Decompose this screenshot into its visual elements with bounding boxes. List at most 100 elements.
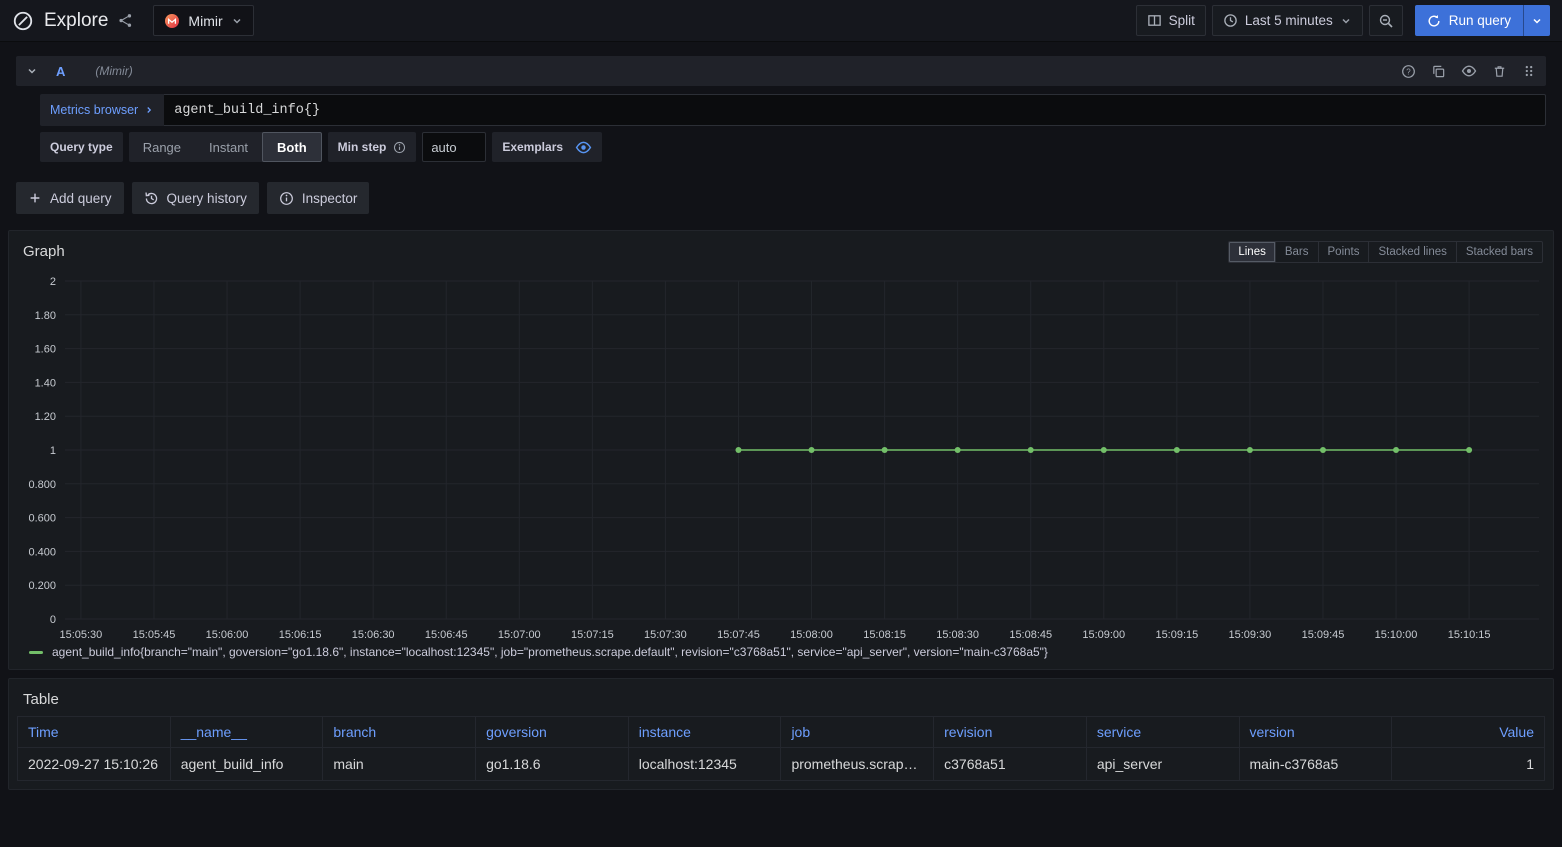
exemplars-group: Exemplars bbox=[492, 132, 602, 162]
add-query-label: Add query bbox=[50, 191, 112, 206]
run-query-split-button: Run query bbox=[1415, 5, 1550, 36]
svg-text:15:10:15: 15:10:15 bbox=[1448, 629, 1491, 641]
col-goversion[interactable]: goversion bbox=[476, 717, 629, 748]
mode-bars[interactable]: Bars bbox=[1275, 242, 1318, 262]
time-range-picker[interactable]: Last 5 minutes bbox=[1212, 5, 1363, 36]
svg-text:0: 0 bbox=[50, 614, 56, 626]
svg-text:15:06:45: 15:06:45 bbox=[425, 629, 468, 641]
cell-time: 2022-09-27 15:10:26 bbox=[18, 748, 171, 781]
split-button[interactable]: Split bbox=[1136, 5, 1206, 36]
page-title: Explore bbox=[44, 10, 108, 32]
svg-text:?: ? bbox=[1406, 67, 1411, 76]
chevron-right-icon bbox=[144, 105, 154, 115]
plus-icon bbox=[28, 191, 42, 205]
chart-canvas[interactable]: 00.2000.4000.6000.80011.201.401.601.8021… bbox=[17, 267, 1545, 645]
graph-panel: Graph Lines Bars Points Stacked lines St… bbox=[8, 230, 1554, 670]
query-editor: A (Mimir) ? Metrics browser bbox=[0, 42, 1562, 214]
add-query-button[interactable]: Add query bbox=[16, 182, 124, 214]
col-time[interactable]: Time bbox=[18, 717, 171, 748]
svg-text:15:08:15: 15:08:15 bbox=[863, 629, 906, 641]
run-query-button[interactable]: Run query bbox=[1415, 5, 1523, 36]
disable-query-eye-icon[interactable] bbox=[1461, 63, 1477, 79]
remove-query-trash-icon[interactable] bbox=[1492, 64, 1507, 79]
col-version[interactable]: version bbox=[1239, 717, 1392, 748]
collapse-query-row-icon[interactable] bbox=[26, 65, 38, 77]
topbar: Explore Mimir Split bbox=[0, 0, 1562, 42]
col-instance[interactable]: instance bbox=[628, 717, 781, 748]
query-row-header: A (Mimir) ? bbox=[16, 56, 1546, 86]
query-type-option-range[interactable]: Range bbox=[129, 132, 195, 162]
min-step-input[interactable] bbox=[422, 132, 486, 162]
svg-text:1.80: 1.80 bbox=[35, 310, 56, 322]
mimir-logo-icon bbox=[164, 13, 180, 29]
query-ref-id[interactable]: A bbox=[56, 64, 65, 79]
svg-text:15:10:00: 15:10:00 bbox=[1375, 629, 1418, 641]
svg-text:15:06:30: 15:06:30 bbox=[352, 629, 395, 641]
svg-text:0.400: 0.400 bbox=[28, 546, 55, 558]
svg-text:15:05:45: 15:05:45 bbox=[133, 629, 176, 641]
query-history-button[interactable]: Query history bbox=[132, 182, 259, 214]
svg-text:15:07:15: 15:07:15 bbox=[571, 629, 614, 641]
query-type-option-instant[interactable]: Instant bbox=[195, 132, 262, 162]
svg-text:1.40: 1.40 bbox=[35, 377, 56, 389]
run-query-label: Run query bbox=[1449, 13, 1511, 28]
legend-series-label[interactable]: agent_build_info{branch="main", goversio… bbox=[52, 645, 1048, 659]
cell-version: main-c3768a5 bbox=[1239, 748, 1392, 781]
cell-branch: main bbox=[323, 748, 476, 781]
col-service[interactable]: service bbox=[1086, 717, 1239, 748]
help-icon[interactable]: ? bbox=[1401, 64, 1416, 79]
cell-instance: localhost:12345 bbox=[628, 748, 781, 781]
info-circle-icon[interactable] bbox=[393, 141, 406, 154]
time-series-chart[interactable]: 00.2000.4000.6000.80011.201.401.601.8021… bbox=[9, 265, 1553, 645]
svg-text:15:07:00: 15:07:00 bbox=[498, 629, 541, 641]
cell-name: agent_build_info bbox=[170, 748, 323, 781]
exemplars-eye-icon[interactable] bbox=[575, 139, 592, 156]
svg-text:15:05:30: 15:05:30 bbox=[60, 629, 103, 641]
query-type-label: Query type bbox=[40, 132, 123, 162]
col-branch[interactable]: branch bbox=[323, 717, 476, 748]
chevron-down-icon bbox=[231, 15, 243, 27]
svg-text:1.20: 1.20 bbox=[35, 411, 56, 423]
mode-stacked-lines[interactable]: Stacked lines bbox=[1368, 242, 1455, 262]
series-legend[interactable]: agent_build_info{branch="main", goversio… bbox=[9, 645, 1553, 669]
query-expression-input[interactable] bbox=[164, 94, 1546, 126]
inspector-label: Inspector bbox=[302, 191, 358, 206]
table-row: 2022-09-27 15:10:26 agent_build_info mai… bbox=[18, 748, 1545, 781]
results-table: Time __name__ branch goversion instance … bbox=[17, 716, 1545, 781]
col-value[interactable]: Value bbox=[1392, 717, 1545, 748]
zoom-out-button[interactable] bbox=[1369, 5, 1403, 36]
copy-query-icon[interactable] bbox=[1431, 64, 1446, 79]
query-type-option-both[interactable]: Both bbox=[262, 132, 322, 162]
datasource-name: Mimir bbox=[188, 13, 222, 29]
cell-service: api_server bbox=[1086, 748, 1239, 781]
cell-revision: c3768a51 bbox=[934, 748, 1087, 781]
legend-series-marker bbox=[29, 651, 43, 654]
svg-text:2: 2 bbox=[50, 276, 56, 288]
share-icon[interactable] bbox=[118, 13, 133, 28]
datasource-picker[interactable]: Mimir bbox=[153, 5, 253, 36]
svg-text:15:06:00: 15:06:00 bbox=[206, 629, 249, 641]
graph-mode-toggle: Lines Bars Points Stacked lines Stacked … bbox=[1228, 241, 1543, 263]
mode-points[interactable]: Points bbox=[1318, 242, 1369, 262]
query-datasource-hint: (Mimir) bbox=[95, 64, 132, 78]
graph-panel-title: Graph bbox=[23, 243, 65, 260]
col-revision[interactable]: revision bbox=[934, 717, 1087, 748]
mode-stacked-bars[interactable]: Stacked bars bbox=[1456, 242, 1542, 262]
drag-handle-icon[interactable] bbox=[1522, 64, 1536, 78]
cell-goversion: go1.18.6 bbox=[476, 748, 629, 781]
svg-text:1: 1 bbox=[50, 445, 56, 457]
table-panel-title: Table bbox=[23, 691, 59, 708]
grafana-logo-icon bbox=[12, 10, 34, 32]
mode-lines[interactable]: Lines bbox=[1229, 242, 1275, 262]
svg-text:15:08:30: 15:08:30 bbox=[936, 629, 979, 641]
search-minus-icon bbox=[1378, 13, 1394, 29]
col-job[interactable]: job bbox=[781, 717, 934, 748]
metrics-browser-button[interactable]: Metrics browser bbox=[40, 94, 164, 126]
query-history-label: Query history bbox=[167, 191, 247, 206]
inspector-button[interactable]: Inspector bbox=[267, 182, 370, 214]
svg-text:15:08:00: 15:08:00 bbox=[790, 629, 833, 641]
svg-text:1.60: 1.60 bbox=[35, 344, 56, 356]
run-query-caret-button[interactable] bbox=[1523, 5, 1550, 36]
col-name[interactable]: __name__ bbox=[170, 717, 323, 748]
chevron-down-icon bbox=[1531, 15, 1543, 27]
